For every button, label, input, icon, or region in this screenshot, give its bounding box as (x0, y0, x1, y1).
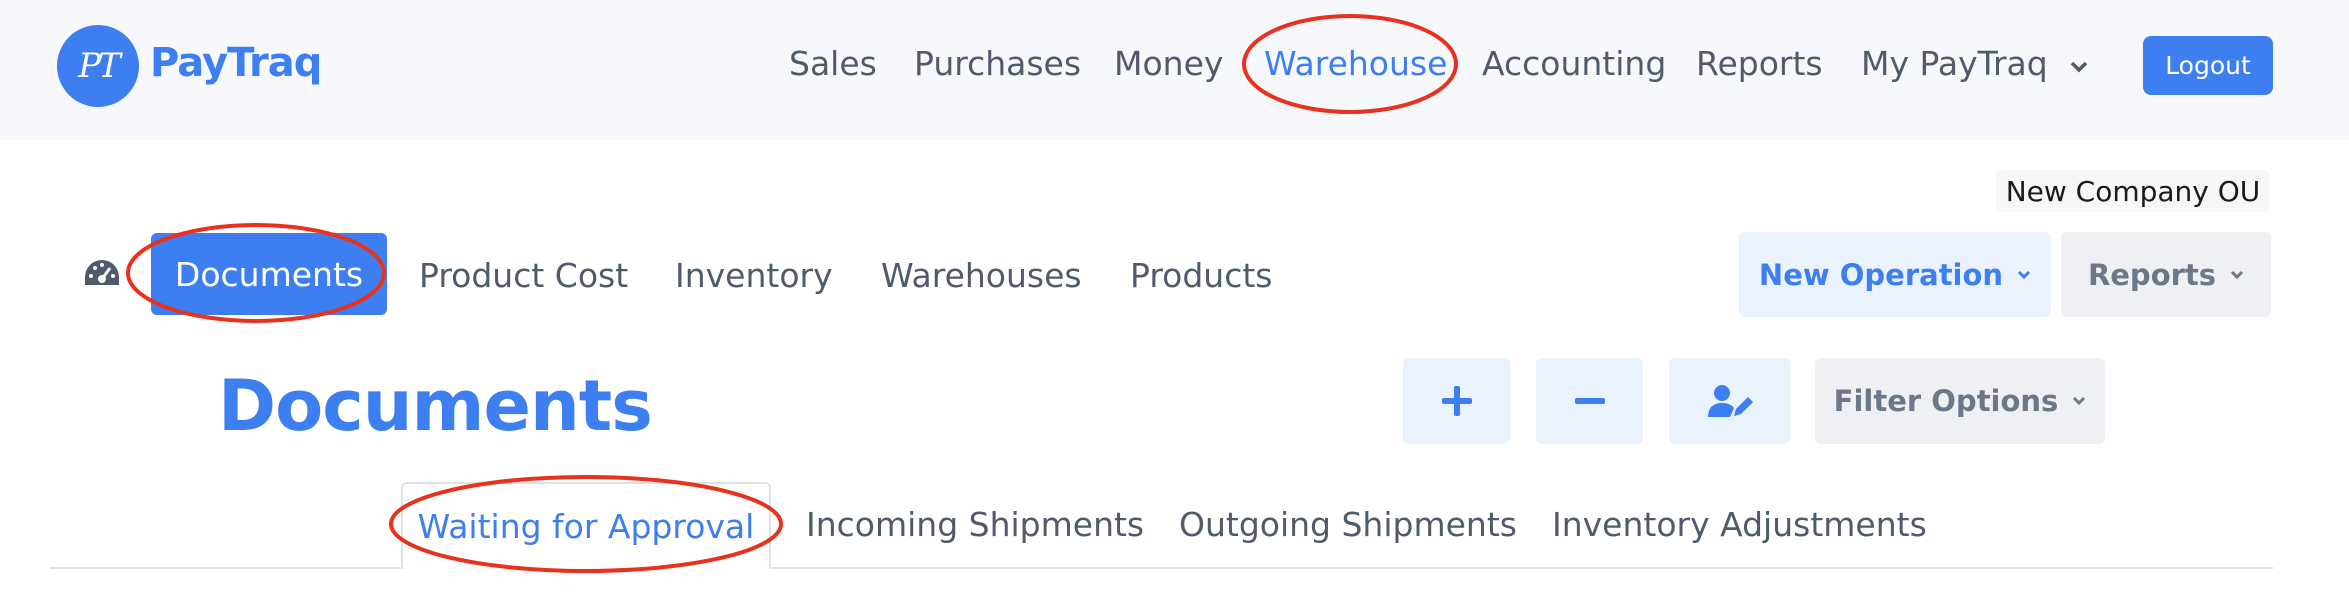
nav-reports[interactable]: Reports (1696, 44, 1823, 83)
tab-inventory-adjustments[interactable]: Inventory Adjustments (1552, 505, 1927, 544)
chevron-down-icon (2230, 270, 2244, 279)
new-operation-label: New Operation (1758, 257, 2004, 292)
chevron-down-icon (2073, 396, 2086, 406)
subnav-documents[interactable]: Documents (151, 233, 387, 315)
reports-dropdown-button[interactable]: Reports (2061, 232, 2271, 317)
tab-incoming-shipments[interactable]: Incoming Shipments (806, 505, 1144, 544)
page-title: Documents (218, 365, 653, 447)
paytraq-logo-icon[interactable]: PT (57, 25, 139, 107)
plus-icon (1441, 386, 1472, 416)
tab-waiting-for-approval[interactable]: Waiting for Approval (401, 482, 771, 569)
logo-mark: PT (78, 46, 121, 86)
speedometer-icon[interactable] (83, 258, 121, 288)
subnav-warehouses[interactable]: Warehouses (881, 256, 1082, 295)
filter-options-button[interactable]: Filter Options (1815, 358, 2105, 444)
nav-my-paytraq-label: My PayTraq (1861, 44, 2048, 83)
minus-icon (1574, 398, 1605, 404)
reports-dropdown-label: Reports (2087, 257, 2217, 292)
nav-money[interactable]: Money (1114, 44, 1223, 83)
chevron-down-icon (2018, 270, 2031, 279)
tab-outgoing-shipments[interactable]: Outgoing Shipments (1179, 505, 1517, 544)
tabs-divider (50, 567, 2273, 569)
subnav-product-cost[interactable]: Product Cost (419, 256, 628, 295)
subnav-inventory[interactable]: Inventory (675, 256, 833, 295)
top-navbar: PT PayTraq Sales Purchases Money Warehou… (0, 0, 2349, 140)
company-badge[interactable]: New Company OU (1996, 170, 2270, 212)
nav-warehouse[interactable]: Warehouse (1264, 44, 1447, 83)
remove-button[interactable] (1536, 358, 1643, 444)
new-operation-button[interactable]: New Operation (1739, 232, 2051, 317)
chevron-down-icon (2070, 61, 2088, 73)
nav-my-paytraq[interactable]: My PayTraq (1861, 44, 2088, 83)
add-button[interactable] (1403, 358, 1510, 444)
nav-sales[interactable]: Sales (789, 44, 877, 83)
brand-name[interactable]: PayTraq (150, 40, 322, 86)
nav-accounting[interactable]: Accounting (1482, 44, 1666, 83)
edit-user-button[interactable] (1669, 358, 1790, 444)
nav-purchases[interactable]: Purchases (914, 44, 1081, 83)
user-edit-icon (1707, 385, 1753, 417)
filter-options-label: Filter Options (1833, 384, 2059, 418)
subnav-products[interactable]: Products (1130, 256, 1273, 295)
logout-button[interactable]: Logout (2143, 36, 2273, 95)
